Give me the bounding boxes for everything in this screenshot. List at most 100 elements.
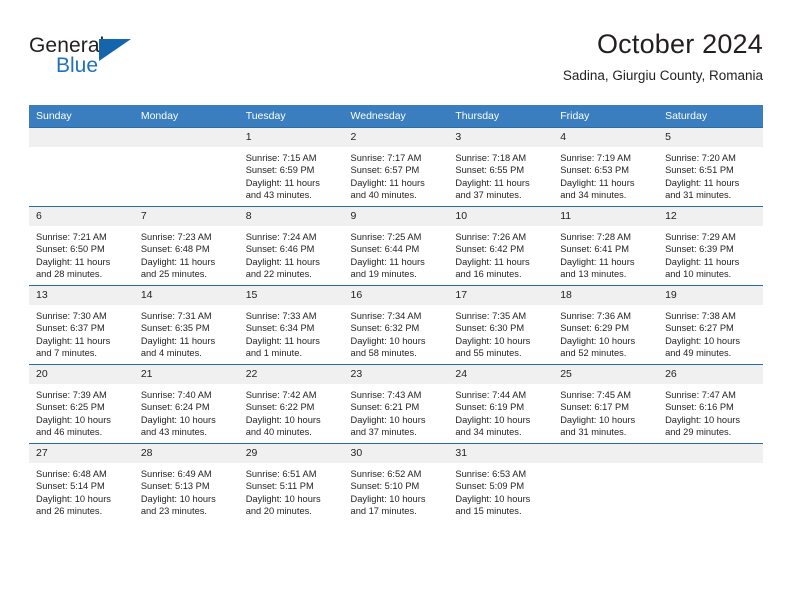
- daylight-text: Daylight: 11 hours: [36, 335, 111, 346]
- daylight-text: and 29 minutes.: [665, 427, 732, 438]
- daylight-text: Daylight: 11 hours: [140, 256, 216, 267]
- day-sun-info: Sunrise: 7:36 AM Sunset: 6:29 PM Daylight:…: [553, 305, 658, 360]
- daylight-text: and 31 minutes.: [560, 427, 627, 438]
- general-blue-logo: General Blue: [29, 34, 149, 84]
- day-sun-info: Sunrise: 7:47 AM Sunset: 6:16 PM Daylight:…: [658, 384, 763, 439]
- calendar-day-cell[interactable]: 12 Sunrise: 7:29 AM Sunset: 6:39 PM Dayligh…: [658, 206, 763, 286]
- weekday-header-wednesday: Wednesday: [343, 105, 449, 128]
- sunrise-text: Sunrise: 7:47 AM: [665, 390, 736, 400]
- daylight-text: and 34 minutes.: [455, 427, 522, 438]
- calendar-day-cell[interactable]: 16 Sunrise: 7:34 AM Sunset: 6:32 PM Dayligh…: [343, 285, 449, 365]
- day-sun-info: Sunrise: 6:49 AM Sunset: 5:13 PM Daylight:…: [134, 463, 239, 518]
- sunset-text: Sunset: 6:27 PM: [665, 323, 734, 334]
- day-sun-info: Sunrise: 7:21 AM Sunset: 6:50 PM Daylight:…: [29, 226, 134, 281]
- calendar-day-cell[interactable]: 27 Sunrise: 6:48 AM Sunset: 5:14 PM Dayligh…: [29, 443, 134, 522]
- daylight-text: Daylight: 10 hours: [455, 414, 531, 425]
- calendar-day-cell[interactable]: 11 Sunrise: 7:28 AM Sunset: 6:41 PM Dayligh…: [553, 206, 659, 286]
- day-sun-info: Sunrise: 7:45 AM Sunset: 6:17 PM Daylight:…: [553, 384, 658, 439]
- calendar-day-cell-empty: [553, 443, 659, 522]
- daylight-text: and 19 minutes.: [350, 269, 417, 280]
- day-number: 31: [448, 444, 554, 463]
- weekday-header-tuesday: Tuesday: [238, 105, 344, 128]
- calendar-day-cell[interactable]: 3 Sunrise: 7:18 AM Sunset: 6:55 PM Daylight…: [448, 127, 554, 207]
- sunset-text: Sunset: 6:46 PM: [245, 244, 315, 255]
- sunrise-text: Sunrise: 7:25 AM: [350, 232, 422, 242]
- day-number: 23: [343, 365, 449, 384]
- location-subtitle: Sadina, Giurgiu County, Romania: [562, 68, 763, 83]
- daylight-text: Daylight: 10 hours: [140, 414, 216, 425]
- day-sun-info: Sunrise: 7:34 AM Sunset: 6:32 PM Daylight:…: [344, 305, 449, 360]
- calendar-day-cell[interactable]: 19 Sunrise: 7:38 AM Sunset: 6:27 PM Dayligh…: [658, 285, 763, 365]
- calendar-day-cell[interactable]: 15 Sunrise: 7:33 AM Sunset: 6:34 PM Dayligh…: [238, 285, 344, 365]
- day-sun-info: Sunrise: 7:18 AM Sunset: 6:55 PM Daylight:…: [448, 147, 553, 202]
- calendar-day-cell[interactable]: 18 Sunrise: 7:36 AM Sunset: 6:29 PM Dayligh…: [553, 285, 659, 365]
- daylight-text: Daylight: 10 hours: [140, 493, 216, 504]
- calendar-day-cell[interactable]: 14 Sunrise: 7:31 AM Sunset: 6:35 PM Dayligh…: [133, 285, 239, 365]
- calendar-day-cell[interactable]: 1 Sunrise: 7:15 AM Sunset: 6:59 PM Daylight…: [238, 127, 344, 207]
- sunset-text: Sunset: 6:21 PM: [350, 402, 420, 413]
- calendar-day-cell[interactable]: 24 Sunrise: 7:44 AM Sunset: 6:19 PM Dayligh…: [448, 364, 554, 444]
- day-sun-info: Sunrise: 7:17 AM Sunset: 6:57 PM Daylight:…: [344, 147, 449, 202]
- page-title: October 2024: [596, 29, 763, 59]
- day-number: 10: [448, 207, 554, 226]
- calendar-day-cell[interactable]: 21 Sunrise: 7:40 AM Sunset: 6:24 PM Dayligh…: [133, 364, 239, 444]
- sunrise-text: Sunrise: 7:21 AM: [36, 232, 107, 242]
- daylight-text: Daylight: 11 hours: [140, 335, 216, 346]
- logo-triangle-icon: [99, 39, 131, 61]
- calendar-day-cell[interactable]: 8 Sunrise: 7:24 AM Sunset: 6:46 PM Daylight…: [238, 206, 344, 286]
- calendar-day-cell[interactable]: 26 Sunrise: 7:47 AM Sunset: 6:16 PM Dayligh…: [658, 364, 763, 444]
- daylight-text: and 10 minutes.: [665, 269, 732, 280]
- sunset-text: Sunset: 6:17 PM: [560, 402, 629, 413]
- day-sun-info: Sunrise: 7:30 AM Sunset: 6:37 PM Daylight:…: [29, 305, 134, 360]
- day-number: 18: [553, 286, 659, 305]
- calendar-day-cell[interactable]: 6 Sunrise: 7:21 AM Sunset: 6:50 PM Daylight…: [29, 206, 134, 286]
- calendar-day-cell[interactable]: 31 Sunrise: 6:53 AM Sunset: 5:09 PM Dayligh…: [448, 443, 554, 522]
- sunrise-text: Sunrise: 7:38 AM: [665, 311, 736, 321]
- calendar-day-cell[interactable]: 5 Sunrise: 7:20 AM Sunset: 6:51 PM Daylight…: [658, 127, 763, 207]
- day-number: 19: [658, 286, 763, 305]
- calendar-grid: Sunday Monday Tuesday Wednesday Thursday…: [29, 105, 763, 522]
- day-number: 28: [133, 444, 239, 463]
- sunrise-text: Sunrise: 7:33 AM: [245, 311, 317, 321]
- calendar-day-cell[interactable]: 10 Sunrise: 7:26 AM Sunset: 6:42 PM Dayligh…: [448, 206, 554, 286]
- day-number: 8: [238, 207, 344, 226]
- calendar-day-cell[interactable]: 20 Sunrise: 7:39 AM Sunset: 6:25 PM Dayligh…: [29, 364, 134, 444]
- daylight-text: and 13 minutes.: [560, 269, 627, 280]
- daylight-text: and 1 minute.: [245, 348, 303, 359]
- sunrise-text: Sunrise: 7:15 AM: [245, 153, 317, 163]
- sunset-text: Sunset: 6:34 PM: [245, 323, 315, 334]
- calendar-day-cell[interactable]: 9 Sunrise: 7:25 AM Sunset: 6:44 PM Daylight…: [343, 206, 449, 286]
- calendar-day-cell[interactable]: 17 Sunrise: 7:35 AM Sunset: 6:30 PM Dayligh…: [448, 285, 554, 365]
- daylight-text: and 46 minutes.: [36, 427, 103, 438]
- calendar-day-cell[interactable]: 23 Sunrise: 7:43 AM Sunset: 6:21 PM Dayligh…: [343, 364, 449, 444]
- sunset-text: Sunset: 6:16 PM: [665, 402, 734, 413]
- sunrise-text: Sunrise: 7:20 AM: [665, 153, 736, 163]
- day-sun-info: Sunrise: 7:20 AM Sunset: 6:51 PM Daylight:…: [658, 147, 763, 202]
- sunset-text: Sunset: 6:51 PM: [665, 165, 734, 176]
- calendar-day-cell[interactable]: 29 Sunrise: 6:51 AM Sunset: 5:11 PM Dayligh…: [238, 443, 344, 522]
- sunrise-text: Sunrise: 7:39 AM: [36, 390, 107, 400]
- calendar-day-cell-empty: [29, 127, 134, 207]
- daylight-text: and 43 minutes.: [245, 190, 312, 201]
- calendar-day-cell[interactable]: 4 Sunrise: 7:19 AM Sunset: 6:53 PM Daylight…: [553, 127, 659, 207]
- daylight-text: Daylight: 11 hours: [245, 335, 320, 346]
- day-sun-info: Sunrise: 7:19 AM Sunset: 6:53 PM Daylight:…: [553, 147, 658, 202]
- calendar-page: General Blue October 2024 Sadina, Giurgi…: [0, 0, 792, 612]
- calendar-day-cell[interactable]: 7 Sunrise: 7:23 AM Sunset: 6:48 PM Daylight…: [133, 206, 239, 286]
- day-number: 5: [658, 128, 763, 147]
- daylight-text: Daylight: 10 hours: [665, 335, 740, 346]
- sunrise-text: Sunrise: 7:40 AM: [140, 390, 212, 400]
- day-number: 22: [238, 365, 344, 384]
- calendar-day-cell[interactable]: 30 Sunrise: 6:52 AM Sunset: 5:10 PM Dayligh…: [343, 443, 449, 522]
- calendar-day-cell[interactable]: 22 Sunrise: 7:42 AM Sunset: 6:22 PM Dayligh…: [238, 364, 344, 444]
- calendar-day-cell[interactable]: 25 Sunrise: 7:45 AM Sunset: 6:17 PM Dayligh…: [553, 364, 659, 444]
- sunset-text: Sunset: 6:44 PM: [350, 244, 420, 255]
- calendar-day-cell[interactable]: 13 Sunrise: 7:30 AM Sunset: 6:37 PM Dayligh…: [29, 285, 134, 365]
- calendar-day-cell[interactable]: 28 Sunrise: 6:49 AM Sunset: 5:13 PM Dayligh…: [133, 443, 239, 522]
- sunrise-text: Sunrise: 7:34 AM: [350, 311, 422, 321]
- sunrise-text: Sunrise: 7:24 AM: [245, 232, 317, 242]
- calendar-day-cell[interactable]: 2 Sunrise: 7:17 AM Sunset: 6:57 PM Daylight…: [343, 127, 449, 207]
- calendar-week-row: 1 Sunrise: 7:15 AM Sunset: 6:59 PM Daylight…: [29, 127, 763, 207]
- daylight-text: Daylight: 10 hours: [36, 414, 111, 425]
- daylight-text: and 4 minutes.: [140, 348, 202, 359]
